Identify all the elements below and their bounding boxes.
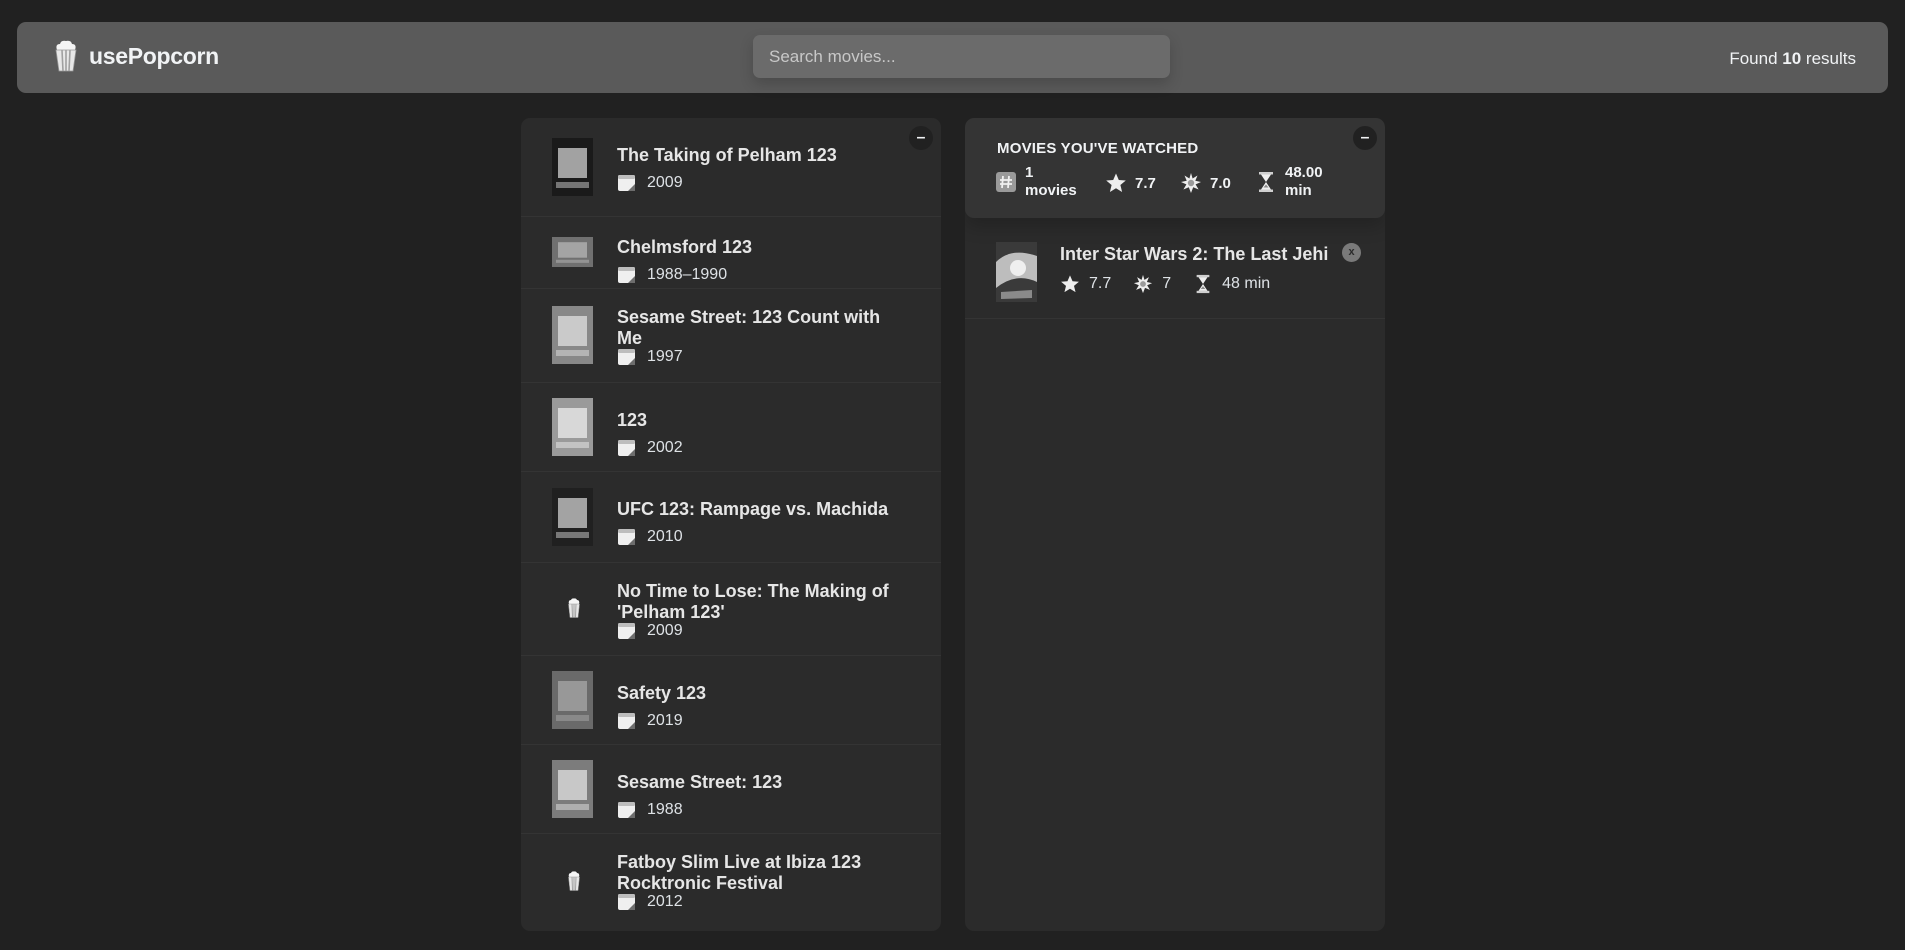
movie-year: 2009 xyxy=(617,621,683,640)
search-results-box: – The Taking of Pelham 123 2009 Chelmsford… xyxy=(521,118,941,931)
calendar-icon xyxy=(618,349,635,365)
movie-year: 2010 xyxy=(617,527,683,546)
movie-title: Sesame Street: 123 xyxy=(617,772,783,792)
movie-year: 1988–1990 xyxy=(617,265,727,284)
movie-title: Fatboy Slim Live at Ibiza 123 Rocktronic… xyxy=(617,852,862,893)
runtime-number: 48.00 xyxy=(1285,164,1323,181)
delete-watched-button[interactable]: x xyxy=(1342,243,1361,262)
movie-poster xyxy=(552,488,593,546)
movie-list-item[interactable]: Sesame Street: 123 Count with Me 1997 xyxy=(521,289,941,383)
movie-title: Sesame Street: 123 Count with Me xyxy=(617,307,881,348)
movie-title: Safety 123 xyxy=(617,683,707,703)
movie-year-value: 1988–1990 xyxy=(647,265,728,283)
hashtag-icon xyxy=(996,172,1016,192)
watched-imdb: 7.7 xyxy=(1060,274,1111,294)
movie-year-value: 2002 xyxy=(647,438,683,456)
movie-poster xyxy=(552,671,593,729)
nav-bar: usePopcorn Found 10 results xyxy=(17,22,1888,93)
results-prefix: Found xyxy=(1729,49,1778,68)
logo: usePopcorn xyxy=(51,40,219,72)
count-number: 1 xyxy=(1025,164,1034,181)
movie-year: 1988 xyxy=(617,800,683,819)
count-unit: movies xyxy=(1025,182,1077,199)
movie-year-value: 1988 xyxy=(647,800,683,818)
movie-year-value: 2009 xyxy=(647,621,683,639)
movie-title: Chelmsford 123 xyxy=(617,237,753,257)
summary-title: MOVIES YOU'VE WATCHED xyxy=(997,140,1199,157)
movie-year-value: 1997 xyxy=(647,347,683,365)
movie-list-item[interactable]: UFC 123: Rampage vs. Machida 2010 xyxy=(521,472,941,563)
calendar-icon xyxy=(618,175,635,191)
movie-poster xyxy=(552,398,593,456)
movie-year-value: 2012 xyxy=(647,892,683,910)
stat-runtime: 48.00 min xyxy=(1255,164,1323,200)
calendar-icon xyxy=(618,529,635,545)
toggle-results-button[interactable]: – xyxy=(909,126,933,150)
results-number: 10 xyxy=(1782,49,1802,68)
movie-poster xyxy=(552,237,593,267)
movie-list-item[interactable]: 123 2002 xyxy=(521,383,941,472)
watched-runtime: 48 min xyxy=(1193,274,1270,294)
watched-movie-item: Inter Star Wars 2: The Last Jehi 7.7 7 4… xyxy=(965,228,1385,319)
movie-year: 1997 xyxy=(617,347,683,366)
popcorn-icon xyxy=(566,598,582,618)
calendar-icon xyxy=(618,623,635,639)
movie-list-item[interactable]: The Taking of Pelham 123 2009 xyxy=(521,118,941,217)
logo-text: usePopcorn xyxy=(89,42,219,69)
movie-title: The Taking of Pelham 123 xyxy=(617,145,837,165)
star-icon xyxy=(1061,275,1079,293)
hourglass-icon xyxy=(1259,172,1273,192)
hourglass-icon xyxy=(1196,274,1210,294)
calendar-icon xyxy=(618,802,635,818)
calendar-icon xyxy=(618,440,635,456)
watched-box: – MOVIES YOU'VE WATCHED 1 movies 7.7 7.0… xyxy=(965,118,1385,931)
movie-year: 2019 xyxy=(617,711,683,730)
stat-user-rating: 7.0 xyxy=(1180,172,1231,194)
movie-list-item[interactable]: Safety 123 2019 xyxy=(521,656,941,745)
watched-imdb-value: 7.7 xyxy=(1089,275,1112,292)
movie-year-value: 2009 xyxy=(647,173,683,191)
movie-list: The Taking of Pelham 123 2009 Chelmsford 1… xyxy=(521,118,941,931)
stat-imdb-rating: 7.7 xyxy=(1105,172,1156,194)
movie-list-item[interactable]: Fatboy Slim Live at Ibiza 123 Rocktronic… xyxy=(521,834,941,931)
calendar-icon xyxy=(618,894,635,910)
movie-list-item[interactable]: Sesame Street: 123 1988 xyxy=(521,745,941,834)
runtime-unit: min xyxy=(1285,182,1312,199)
toggle-watched-button[interactable]: – xyxy=(1353,126,1377,150)
stat-movie-count: 1 movies xyxy=(995,164,1077,200)
movie-title: No Time to Lose: The Making of 'Pelham 1… xyxy=(617,581,889,622)
search-input[interactable] xyxy=(753,35,1170,78)
popcorn-icon xyxy=(55,40,77,72)
watched-runtime-value: 48 min xyxy=(1222,275,1271,292)
popcorn-icon xyxy=(566,871,582,891)
watched-user-rating: 7 xyxy=(1133,274,1171,294)
watched-movie-stats: 7.7 7 48 min xyxy=(1060,274,1292,294)
sparkle-icon xyxy=(1134,274,1153,294)
movie-poster xyxy=(552,306,593,364)
imdb-rating-value: 7.7 xyxy=(1135,174,1156,192)
movie-list-item[interactable]: No Time to Lose: The Making of 'Pelham 1… xyxy=(521,563,941,656)
results-count: Found 10 results xyxy=(1729,49,1856,69)
movie-poster xyxy=(552,760,593,818)
calendar-icon xyxy=(618,713,635,729)
movie-year: 2009 xyxy=(617,173,683,192)
watched-user-rating-value: 7 xyxy=(1162,275,1172,292)
movie-title: 123 xyxy=(617,410,648,430)
movie-title: UFC 123: Rampage vs. Machida xyxy=(617,499,889,519)
user-rating-value: 7.0 xyxy=(1210,174,1231,192)
watched-movie-title: Inter Star Wars 2: The Last Jehi xyxy=(1060,244,1329,264)
movie-year: 2002 xyxy=(617,438,683,457)
watched-summary: MOVIES YOU'VE WATCHED 1 movies 7.7 7.0 4… xyxy=(965,118,1385,218)
movie-poster xyxy=(552,138,593,196)
sparkle-icon xyxy=(1181,173,1201,193)
movie-list-item[interactable]: Chelmsford 123 1988–1990 xyxy=(521,217,941,289)
results-suffix: results xyxy=(1805,49,1856,68)
movie-year-value: 2019 xyxy=(647,711,683,729)
movie-poster xyxy=(996,242,1037,302)
calendar-icon xyxy=(618,267,635,283)
movie-year-value: 2010 xyxy=(647,527,683,545)
movie-year: 2012 xyxy=(617,892,683,911)
star-icon xyxy=(1106,173,1126,192)
